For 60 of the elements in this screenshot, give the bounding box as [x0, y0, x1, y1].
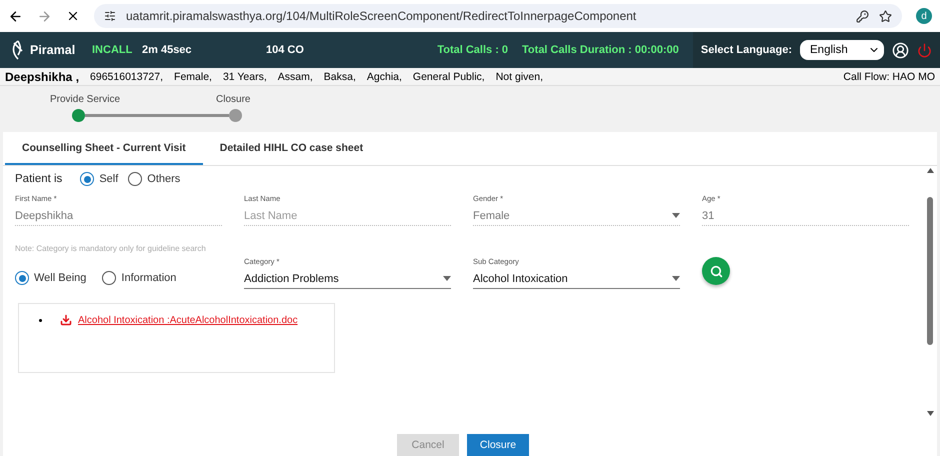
profile-avatar[interactable]: d — [916, 8, 932, 24]
caret-icon — [672, 213, 680, 218]
user-icon[interactable] — [892, 42, 909, 58]
radio-label: Well Being — [34, 272, 86, 284]
call-status: INCALL — [92, 44, 134, 56]
call-flow: Call Flow: HAO MO — [843, 70, 935, 82]
tab[interactable]: Counselling Sheet - Current Visit — [5, 132, 203, 165]
brand-name: Piramal — [30, 43, 76, 57]
scroll-up-icon[interactable] — [926, 168, 934, 173]
patient-detail: Baksa, — [324, 70, 356, 82]
patient-detail: General Public, — [412, 70, 485, 82]
step-label: Provide Service — [50, 94, 120, 105]
search-button[interactable] — [702, 257, 730, 285]
caret-icon — [672, 276, 680, 281]
language-select[interactable]: English — [800, 40, 884, 60]
bullet-icon — [39, 318, 42, 322]
step-label: Closure — [216, 94, 250, 105]
radio-button[interactable] — [128, 172, 142, 186]
patient-detail: Assam, — [278, 70, 313, 82]
download-icon — [60, 314, 72, 326]
patient-detail: Female, — [174, 70, 212, 82]
category-note: Note: Category is mandatory only for guideline search — [15, 244, 207, 253]
closure-button[interactable]: Closure — [467, 434, 529, 456]
radio-button[interactable] — [80, 172, 94, 186]
call-timer: 2m 45sec — [142, 44, 193, 56]
close-icon[interactable] — [66, 9, 80, 23]
patient-detail: 31 Years, — [222, 70, 267, 82]
select-field[interactable]: Addiction Problems — [244, 269, 451, 289]
back-icon[interactable] — [8, 8, 23, 24]
radio-label: Self — [99, 173, 118, 185]
key-icon[interactable] — [856, 10, 869, 22]
patient-is-label: Patient is — [15, 173, 62, 185]
power-icon[interactable] — [917, 42, 932, 58]
patient-detail: 696516013727, — [90, 70, 164, 82]
guideline-link[interactable]: Alcohol Intoxication :AcuteAlcoholIntoxication.doc — [78, 314, 298, 326]
scrollbar-thumb[interactable] — [927, 197, 933, 345]
address-bar[interactable]: uatamrit.piramalswasthya.org/104/MultiRoleScreenComponent/RedirectToInnerpageComponent — [94, 4, 902, 28]
radio-label: Others — [147, 173, 180, 185]
input-field[interactable]: Last Name — [244, 206, 451, 226]
select-field[interactable]: Alcohol Intoxication — [473, 269, 680, 289]
input-field[interactable]: Deepshikha — [15, 206, 222, 226]
radio-label: Information — [121, 272, 176, 284]
total-calls-duration: Total Calls Duration : 00:00:00 — [522, 44, 679, 56]
total-calls: Total Calls : 0 — [437, 44, 508, 56]
input-field[interactable]: 31 — [702, 206, 909, 226]
select-field[interactable]: Female — [473, 206, 680, 226]
star-icon[interactable] — [879, 10, 892, 22]
radio-button[interactable] — [15, 271, 29, 285]
caret-icon — [443, 276, 451, 281]
patient-name: Deepshikha , — [5, 70, 80, 84]
patient-detail: Agchia, — [366, 70, 402, 82]
language-label: Select Language: — [700, 44, 792, 56]
role-label: 104 CO — [266, 44, 304, 56]
radio-button[interactable] — [102, 271, 116, 285]
search-icon — [710, 264, 722, 278]
patient-detail: Not given, — [496, 70, 543, 82]
tab[interactable]: Detailed HIHL CO case sheet — [202, 132, 380, 165]
site-settings-icon[interactable] — [104, 10, 116, 22]
forward-icon[interactable] — [37, 8, 52, 24]
scroll-down-icon[interactable] — [926, 411, 934, 416]
